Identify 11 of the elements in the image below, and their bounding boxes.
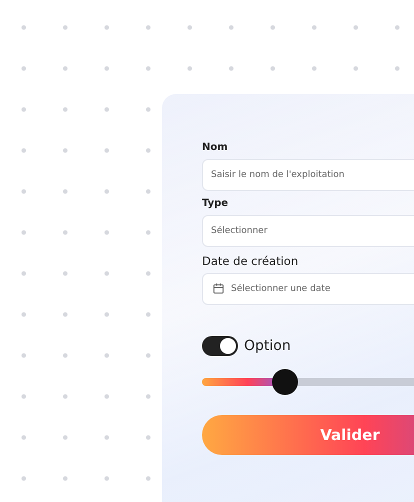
date-field[interactable]: Sélectionner une date (202, 273, 414, 305)
slider[interactable] (202, 369, 414, 395)
input-field[interactable]: Saisir le nom de l'exploitation (202, 159, 414, 191)
toggle-switch[interactable] (202, 336, 238, 356)
field-label: Date de création (202, 254, 298, 268)
submit-button[interactable]: Valider (202, 415, 414, 455)
slider-thumb[interactable] (272, 369, 298, 395)
field-label: Nom (202, 142, 228, 153)
field-label: Type (202, 198, 228, 209)
toggle-label: Option (244, 338, 291, 354)
select-field[interactable]: Sélectionner (202, 215, 414, 247)
